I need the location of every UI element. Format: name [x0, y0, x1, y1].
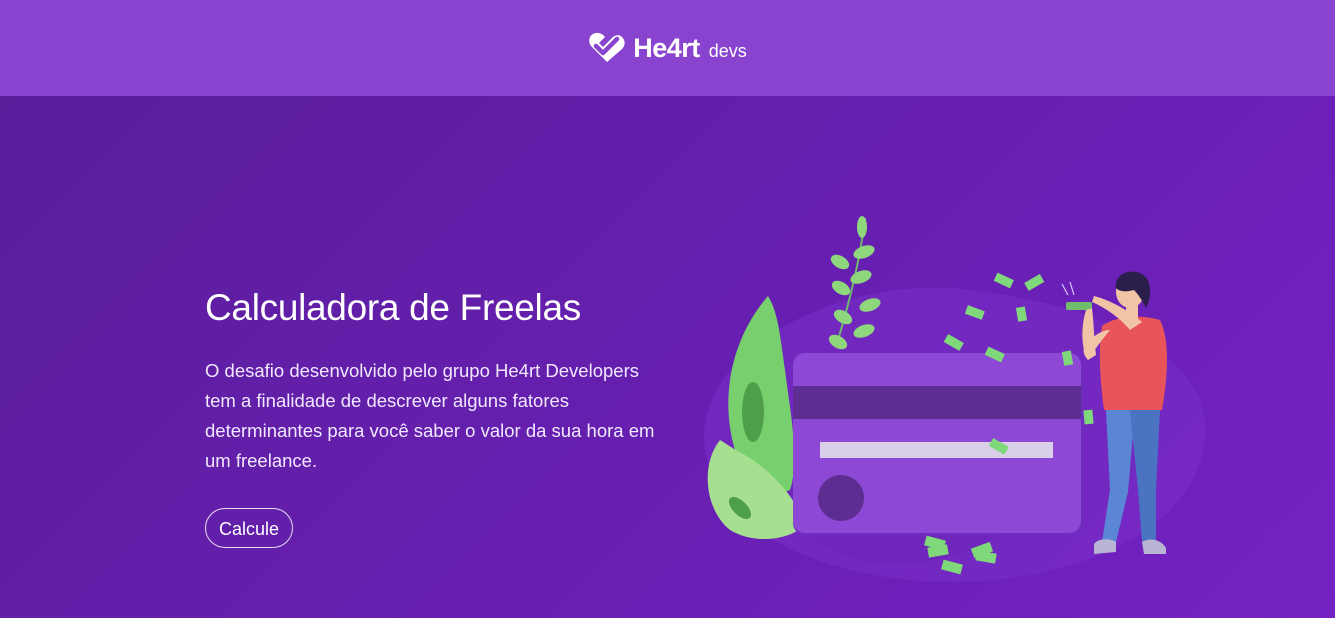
calculate-button[interactable]: Calcule — [205, 508, 294, 548]
credit-card-money-person-illustration — [704, 216, 1206, 582]
hero-description: O desafio desenvolvido pelo grupo He4rt … — [205, 359, 655, 471]
brand-name: He4rt — [633, 32, 700, 63]
top-header: He4rt devs — [0, 0, 1335, 96]
hero-section: Calculadora de Freelas O desafio desenvo… — [205, 287, 665, 476]
hero-title: Calculadora de Freelas — [205, 287, 581, 328]
brand-logo-link[interactable]: He4rt devs — [587, 31, 747, 65]
heart-check-logo-icon — [589, 32, 625, 62]
brand-subtitle: devs — [708, 40, 747, 61]
credit-card-icon — [793, 353, 1083, 535]
